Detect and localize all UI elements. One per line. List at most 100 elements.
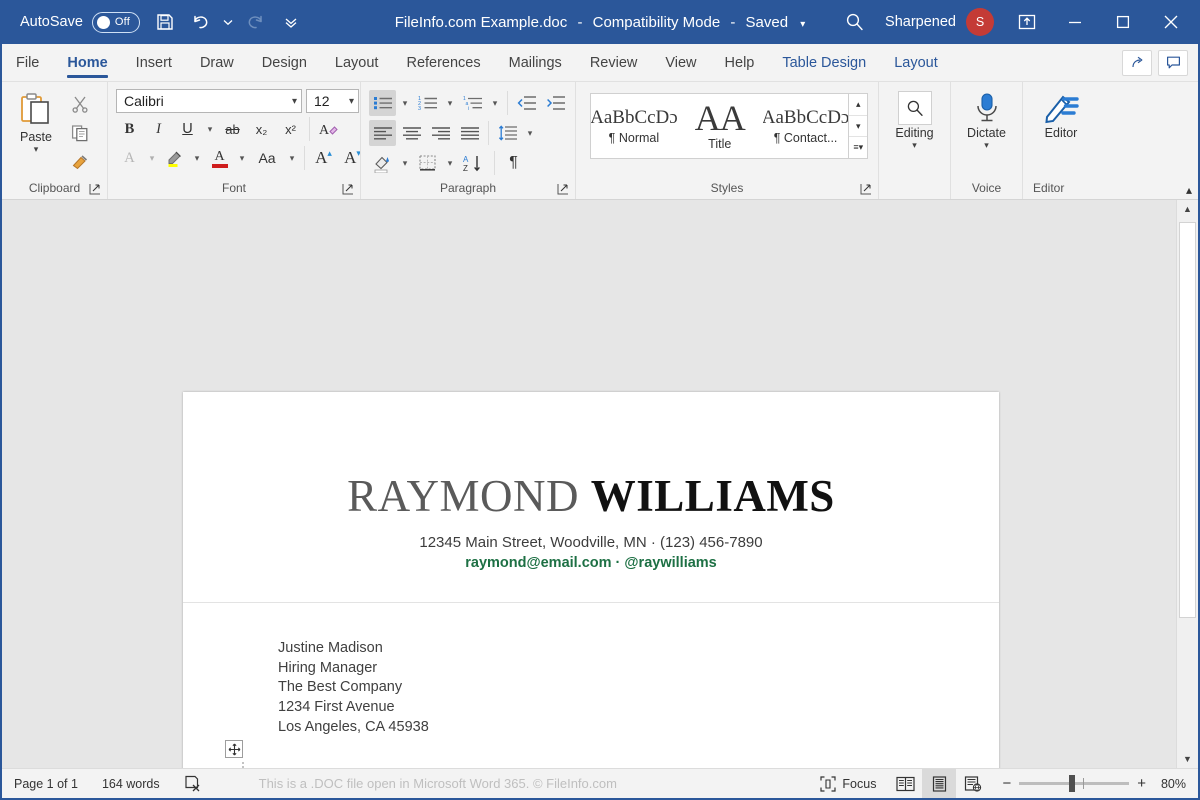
justify-icon[interactable] — [456, 120, 483, 146]
bold-button[interactable]: B — [116, 116, 143, 142]
tab-help[interactable]: Help — [711, 44, 769, 81]
undo-dropdown-chevron-icon[interactable] — [220, 6, 236, 38]
table-move-handle-icon[interactable] — [225, 740, 243, 758]
tab-layout[interactable]: Layout — [321, 44, 393, 81]
line-spacing-chevron-down-icon[interactable]: ▾ — [523, 120, 537, 146]
comments-icon[interactable] — [1158, 50, 1188, 76]
clear-formatting-icon[interactable]: A — [315, 116, 342, 142]
show-formatting-marks-button[interactable]: ¶ — [500, 150, 527, 176]
style-item-contact[interactable]: AaBbCcDɔ ¶ Contact... — [763, 94, 849, 158]
autosave-switch[interactable]: Off — [92, 12, 140, 33]
numbering-chevron-down-icon[interactable]: ▾ — [443, 90, 457, 116]
tab-review[interactable]: Review — [576, 44, 652, 81]
multilevel-chevron-down-icon[interactable]: ▾ — [488, 90, 502, 116]
page-indicator[interactable]: Page 1 of 1 — [2, 769, 90, 798]
align-center-icon[interactable] — [398, 120, 425, 146]
customize-quick-access-icon[interactable] — [274, 6, 308, 38]
web-layout-icon[interactable] — [956, 769, 990, 798]
styles-more-icon[interactable]: ≡▾ — [849, 137, 867, 158]
bullets-chevron-down-icon[interactable]: ▾ — [398, 90, 412, 116]
scissors-icon[interactable] — [66, 91, 94, 117]
styles-dialog-launcher-icon[interactable] — [860, 183, 872, 195]
subscript-button[interactable]: x₂ — [248, 116, 275, 142]
zoom-level-label[interactable]: 80% — [1154, 777, 1186, 791]
collapse-ribbon-chevron-icon[interactable]: ▴ — [1186, 183, 1192, 197]
undo-icon[interactable] — [184, 6, 218, 38]
strikethrough-button[interactable]: ab — [219, 116, 246, 142]
tab-references[interactable]: References — [392, 44, 494, 81]
scroll-down-icon[interactable]: ▼ — [1177, 750, 1198, 768]
shading-chevron-down-icon[interactable]: ▾ — [398, 150, 412, 176]
tab-insert[interactable]: Insert — [122, 44, 186, 81]
vertical-scrollbar[interactable]: ▲ ▼ — [1176, 200, 1198, 768]
scroll-up-icon[interactable]: ▲ — [1177, 200, 1198, 218]
word-count[interactable]: 164 words — [90, 769, 172, 798]
line-spacing-icon[interactable] — [494, 120, 521, 146]
underline-button[interactable]: U — [174, 116, 201, 142]
align-right-icon[interactable] — [427, 120, 454, 146]
tab-mailings[interactable]: Mailings — [495, 44, 576, 81]
increase-indent-icon[interactable] — [542, 90, 569, 116]
save-state-label[interactable]: Saved — [746, 14, 789, 31]
ribbon-display-options-icon[interactable] — [1004, 0, 1050, 44]
bullets-icon[interactable] — [369, 90, 396, 116]
autosave-toggle[interactable]: AutoSave Off — [14, 12, 146, 33]
multilevel-list-icon[interactable]: 1ai — [459, 90, 486, 116]
save-icon[interactable] — [148, 6, 182, 38]
close-icon[interactable] — [1148, 0, 1194, 44]
dictate-button[interactable]: Dictate ▾ — [957, 87, 1017, 149]
numbering-icon[interactable]: 123 — [414, 90, 441, 116]
text-effects-chevron-down-icon[interactable]: ▾ — [145, 145, 159, 171]
editing-button[interactable]: Editing ▾ — [885, 87, 945, 149]
align-left-icon[interactable] — [369, 120, 396, 146]
clipboard-dialog-launcher-icon[interactable] — [89, 183, 101, 195]
font-size-chevron-down-icon[interactable]: ▾ — [343, 96, 354, 107]
avatar[interactable]: S — [966, 8, 994, 36]
read-mode-icon[interactable] — [888, 769, 922, 798]
tab-view[interactable]: View — [651, 44, 710, 81]
scroll-thumb[interactable] — [1179, 222, 1196, 618]
font-family-select[interactable]: Calibri ▾ — [116, 89, 302, 113]
font-dialog-launcher-icon[interactable] — [342, 183, 354, 195]
document-canvas[interactable]: RAYMOND WILLIAMS 12345 Main Street, Wood… — [2, 200, 1176, 768]
editing-chevron-down-icon[interactable]: ▾ — [912, 141, 917, 149]
sort-icon[interactable]: AZ — [459, 150, 489, 176]
zoom-slider-thumb[interactable] — [1069, 775, 1075, 792]
document-page[interactable]: RAYMOND WILLIAMS 12345 Main Street, Wood… — [183, 392, 999, 768]
focus-button[interactable]: Focus — [808, 769, 888, 798]
account-button[interactable]: Sharpened S — [877, 8, 1002, 36]
paragraph-dialog-launcher-icon[interactable] — [557, 183, 569, 195]
underline-chevron-down-icon[interactable]: ▾ — [203, 116, 217, 142]
font-family-chevron-down-icon[interactable]: ▾ — [286, 96, 297, 107]
font-size-select[interactable]: 12 ▾ — [306, 89, 359, 113]
decrease-indent-icon[interactable] — [513, 90, 540, 116]
tab-home[interactable]: Home — [53, 44, 121, 81]
proofing-errors-icon[interactable] — [172, 769, 213, 798]
zoom-slider[interactable] — [1019, 782, 1129, 785]
grow-font-button[interactable]: A▴ — [310, 145, 337, 171]
print-layout-icon[interactable] — [922, 769, 956, 798]
title-chevron-down-icon[interactable]: ▾ — [792, 19, 805, 30]
highlight-chevron-down-icon[interactable]: ▾ — [190, 145, 204, 171]
format-painter-icon[interactable] — [66, 149, 94, 175]
paste-button[interactable]: Paste ▾ — [6, 87, 66, 153]
text-highlight-icon[interactable] — [161, 145, 188, 171]
borders-chevron-down-icon[interactable]: ▾ — [443, 150, 457, 176]
font-color-chevron-down-icon[interactable]: ▾ — [235, 145, 249, 171]
tab-table-design[interactable]: Table Design — [768, 44, 880, 81]
superscript-button[interactable]: x² — [277, 116, 304, 142]
style-item-normal[interactable]: AaBbCcDɔ ¶ Normal — [591, 94, 677, 158]
document-name[interactable]: FileInfo.com Example.doc — [395, 14, 568, 31]
italic-button[interactable]: I — [145, 116, 172, 142]
share-icon[interactable] — [1122, 50, 1152, 76]
change-case-button[interactable]: Aa — [251, 145, 283, 171]
styles-scroll-down-icon[interactable]: ▾ — [849, 116, 867, 138]
shading-icon[interactable] — [369, 150, 396, 176]
copy-icon[interactable] — [66, 120, 94, 146]
editor-button[interactable]: Editor — [1031, 87, 1091, 140]
style-item-title[interactable]: AA Title — [677, 94, 763, 158]
change-case-chevron-down-icon[interactable]: ▾ — [285, 145, 299, 171]
borders-icon[interactable] — [414, 150, 441, 176]
dictate-chevron-down-icon[interactable]: ▾ — [984, 141, 989, 149]
tab-draw[interactable]: Draw — [186, 44, 248, 81]
